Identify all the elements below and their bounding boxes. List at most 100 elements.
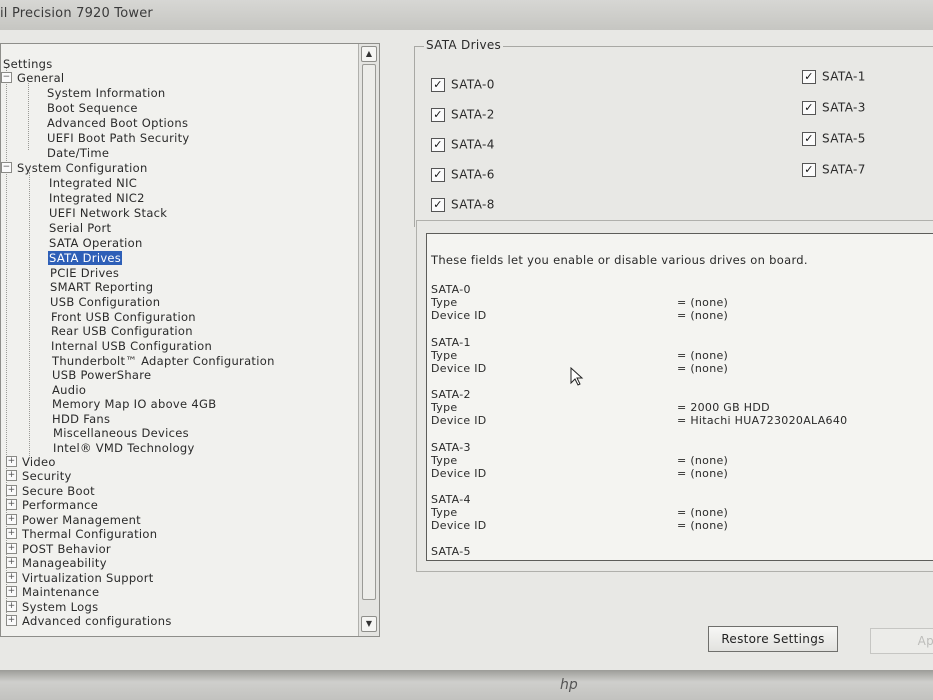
collapse-toggle[interactable]: − <box>1 72 12 83</box>
tree-node-general[interactable]: − General <box>1 70 65 85</box>
sata-0-checkbox[interactable]: ✓ SATA-0 <box>431 76 495 92</box>
tree-item-internal-usb-configuration[interactable]: Internal USB Configuration <box>50 338 213 353</box>
tree-item-system-information[interactable]: System Information <box>46 85 167 100</box>
tree-item-usb-powershare[interactable]: USB PowerShare <box>51 367 152 382</box>
tree-node-maintenance[interactable]: + Maintenance <box>6 584 100 599</box>
type-value: = (none) <box>677 349 729 362</box>
device-id-label: Device ID <box>431 362 487 375</box>
tree-item-audio[interactable]: Audio <box>51 382 87 397</box>
tree-item-serial-port[interactable]: Serial Port <box>48 220 112 235</box>
expand-toggle[interactable]: + <box>6 557 17 568</box>
sata-1-checkbox[interactable]: ✓ SATA-1 <box>802 68 866 84</box>
expand-toggle[interactable]: + <box>6 572 17 583</box>
tree-node-system-configuration[interactable]: − System Configuration <box>1 160 149 175</box>
tree-item-sata-drives[interactable]: SATA Drives <box>48 250 123 265</box>
drive-name: SATA-2 <box>431 388 471 401</box>
checkbox-box[interactable]: ✓ <box>431 167 445 182</box>
expand-toggle[interactable]: + <box>6 543 17 554</box>
device-id-label: Device ID <box>431 414 487 427</box>
expand-toggle[interactable]: + <box>6 528 17 539</box>
expand-toggle[interactable]: + <box>6 615 17 626</box>
expand-toggle[interactable]: + <box>6 586 17 597</box>
device-id-label: Device ID <box>431 519 487 532</box>
sata-8-checkbox[interactable]: ✓ SATA-8 <box>431 196 495 212</box>
type-label: Type <box>431 454 458 467</box>
tree-node-manageability[interactable]: + Manageability <box>6 555 108 570</box>
tree-item-advanced-boot-options[interactable]: Advanced Boot Options <box>46 115 189 130</box>
device-id-value: = (none) <box>677 519 729 532</box>
checkbox-box[interactable]: ✓ <box>431 137 445 152</box>
sata-3-checkbox[interactable]: ✓ SATA-3 <box>802 99 866 115</box>
device-id-value: = (none) <box>677 309 729 322</box>
tree-item-front-usb-configuration[interactable]: Front USB Configuration <box>50 309 197 324</box>
tree-item-sata-operation[interactable]: SATA Operation <box>48 235 144 250</box>
tree-item-memory-map-io[interactable]: Memory Map IO above 4GB <box>51 396 217 411</box>
tree-node-video[interactable]: + Video <box>6 454 57 469</box>
info-panel[interactable]: These fields let you enable or disable v… <box>426 233 933 561</box>
expand-toggle[interactable]: + <box>6 514 17 525</box>
tree-node-post-behavior[interactable]: + POST Behavior <box>6 541 112 556</box>
tree-item-thunderbolt-adapter-configuration[interactable]: Thunderbolt™ Adapter Configuration <box>51 353 276 368</box>
tree-item-uefi-network-stack[interactable]: UEFI Network Stack <box>48 205 168 220</box>
expand-toggle[interactable]: + <box>6 601 17 612</box>
tree-item-intel-vmd-technology[interactable]: Intel® VMD Technology <box>52 440 196 455</box>
restore-settings-button[interactable]: Restore Settings <box>708 626 838 652</box>
tree-item-rear-usb-configuration[interactable]: Rear USB Configuration <box>50 323 194 338</box>
tree-node-security[interactable]: + Security <box>6 468 73 483</box>
tree-line <box>29 172 30 458</box>
apply-button[interactable]: Ap <box>870 628 933 654</box>
title-bar: il Precision 7920 Tower <box>0 0 933 31</box>
checkbox-box[interactable]: ✓ <box>802 100 816 115</box>
expand-toggle[interactable]: + <box>6 485 17 496</box>
tree-item-hdd-fans[interactable]: HDD Fans <box>51 411 111 426</box>
tree-node-power-management[interactable]: + Power Management <box>6 512 142 527</box>
drive-name: SATA-0 <box>431 283 471 296</box>
tree-item-smart-reporting[interactable]: SMART Reporting <box>49 279 154 294</box>
tree-item-uefi-boot-path-security[interactable]: UEFI Boot Path Security <box>46 130 191 145</box>
checkbox-box[interactable]: ✓ <box>431 77 445 92</box>
tree-scrollbar[interactable]: ▲ ▼ <box>358 44 379 636</box>
drive-name: SATA-3 <box>431 441 471 454</box>
settings-tree-panel: Settings − General System Information Boo… <box>0 43 380 637</box>
bios-window: Settings − General System Information Boo… <box>0 30 933 670</box>
checkbox-box[interactable]: ✓ <box>431 197 445 212</box>
collapse-toggle[interactable]: − <box>1 162 12 173</box>
device-id-label: Device ID <box>431 309 487 322</box>
sata-6-checkbox[interactable]: ✓ SATA-6 <box>431 166 495 182</box>
drive-info-sata-3: SATA-3 Type = (none) Device ID = (none) <box>431 441 728 480</box>
checkbox-box[interactable]: ✓ <box>802 131 816 146</box>
device-id-value: = Hitachi HUA723020ALA640 <box>677 414 848 427</box>
tree-node-system-logs[interactable]: + System Logs <box>6 599 99 614</box>
tree-item-integrated-nic[interactable]: Integrated NIC <box>48 175 138 190</box>
group-title: SATA Drives <box>424 38 504 52</box>
expand-toggle[interactable]: + <box>6 456 17 467</box>
sata-5-checkbox[interactable]: ✓ SATA-5 <box>802 130 866 146</box>
drive-name: SATA-5 <box>431 545 471 558</box>
tree-item-integrated-nic2[interactable]: Integrated NIC2 <box>48 190 146 205</box>
tree-item-pcie-drives[interactable]: PCIE Drives <box>49 265 120 280</box>
scroll-thumb[interactable] <box>362 64 376 600</box>
tree-root-settings[interactable]: Settings <box>2 56 54 71</box>
tree-node-advanced-configurations[interactable]: + Advanced configurations <box>6 613 173 628</box>
expand-toggle[interactable]: + <box>6 499 17 510</box>
drive-info-sata-5: SATA-5 <box>431 545 471 558</box>
monitor-bezel: hp <box>0 670 933 700</box>
scroll-up-button[interactable]: ▲ <box>361 46 377 62</box>
sata-7-checkbox[interactable]: ✓ SATA-7 <box>802 161 866 177</box>
checkbox-box[interactable]: ✓ <box>802 69 816 84</box>
checkbox-box[interactable]: ✓ <box>802 162 816 177</box>
tree-item-boot-sequence[interactable]: Boot Sequence <box>46 100 139 115</box>
checkbox-box[interactable]: ✓ <box>431 107 445 122</box>
tree-node-thermal-configuration[interactable]: + Thermal Configuration <box>6 526 158 541</box>
tree-item-miscellaneous-devices[interactable]: Miscellaneous Devices <box>52 425 190 440</box>
expand-toggle[interactable]: + <box>6 470 17 481</box>
tree-item-usb-configuration[interactable]: USB Configuration <box>49 294 161 309</box>
tree-node-virtualization-support[interactable]: + Virtualization Support <box>6 570 155 585</box>
tree-node-performance[interactable]: + Performance <box>6 497 99 512</box>
type-value: = (none) <box>677 506 729 519</box>
sata-2-checkbox[interactable]: ✓ SATA-2 <box>431 106 495 122</box>
tree-item-date-time[interactable]: Date/Time <box>46 145 110 160</box>
scroll-down-button[interactable]: ▼ <box>361 616 377 632</box>
sata-4-checkbox[interactable]: ✓ SATA-4 <box>431 136 495 152</box>
tree-node-secure-boot[interactable]: + Secure Boot <box>6 483 96 498</box>
